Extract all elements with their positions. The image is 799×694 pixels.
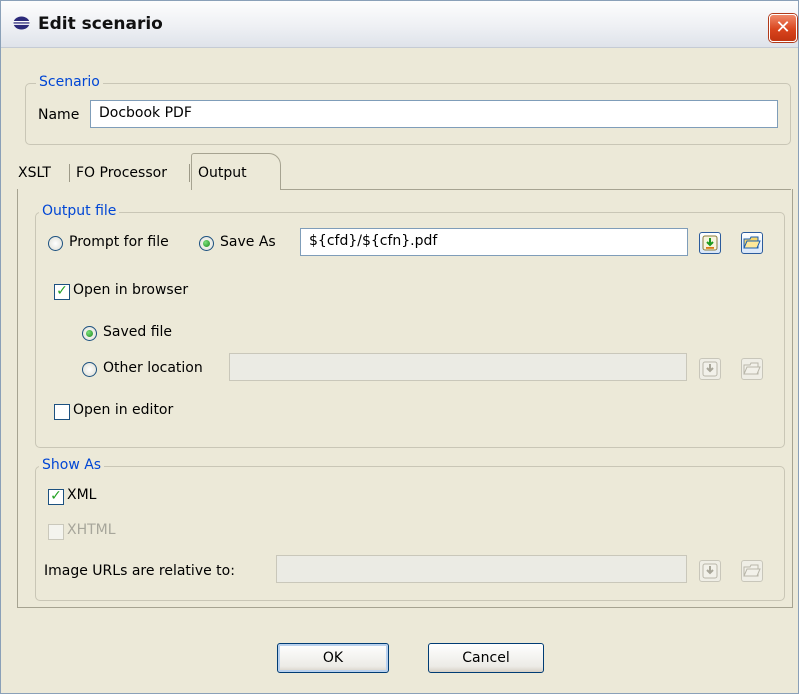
image-urls-input[interactable] (276, 555, 687, 583)
image-urls-browse-button[interactable] (741, 560, 763, 582)
show-as-legend: Show As (39, 457, 105, 473)
cancel-button[interactable]: Cancel (428, 643, 544, 673)
dialog-title: Edit scenario (38, 14, 163, 34)
image-urls-label: Image URLs are relative to: (44, 563, 235, 579)
prompt-for-file-radio[interactable] (48, 236, 63, 251)
name-label: Name (38, 107, 80, 123)
open-in-editor-checkbox[interactable] (54, 404, 70, 420)
browse-button[interactable] (741, 232, 763, 254)
other-location-radio[interactable] (82, 362, 97, 377)
xml-checkbox[interactable]: ✓ (48, 489, 64, 505)
edit-scenario-dialog: Edit scenario ✕ Scenario Name Docbook PD… (0, 0, 799, 694)
image-urls-insert-variable-button[interactable] (699, 560, 721, 582)
tab-output[interactable]: Output (191, 153, 281, 190)
other-location-insert-variable-button[interactable] (699, 358, 721, 380)
insert-editor-variable-icon (702, 235, 718, 251)
title-bar: Edit scenario ✕ (1, 1, 798, 48)
show-as-group: Show As ✓ XML XHTML Image URLs are relat… (35, 457, 785, 601)
close-button[interactable]: ✕ (769, 14, 797, 42)
tab-fo-processor[interactable]: FO Processor (76, 157, 167, 189)
prompt-for-file-label[interactable]: Prompt for file (69, 234, 169, 250)
save-as-label[interactable]: Save As (220, 234, 276, 250)
insert-variable-button[interactable] (699, 232, 721, 254)
other-location-input[interactable] (229, 353, 687, 381)
output-file-legend: Output file (39, 203, 120, 219)
open-in-browser-label[interactable]: Open in browser (73, 282, 188, 298)
open-in-editor-label[interactable]: Open in editor (73, 402, 173, 418)
browse-folder-icon (743, 564, 761, 577)
tab-separator (189, 164, 190, 182)
saved-file-radio[interactable] (82, 326, 97, 341)
close-icon: ✕ (775, 17, 791, 38)
ok-button[interactable]: OK (277, 643, 389, 673)
tab-xslt[interactable]: XSLT (18, 157, 51, 189)
xhtml-label: XHTML (67, 522, 116, 538)
xml-label[interactable]: XML (67, 487, 96, 503)
browse-folder-icon (743, 236, 761, 249)
browse-folder-icon (743, 362, 761, 375)
other-location-label[interactable]: Other location (103, 360, 203, 376)
tab-strip: XSLT FO Processor Output (17, 153, 791, 190)
scenario-group: Scenario Name Docbook PDF (25, 74, 791, 145)
name-input[interactable]: Docbook PDF (90, 100, 778, 128)
scenario-legend: Scenario (36, 74, 103, 90)
insert-editor-variable-icon (702, 361, 718, 377)
open-in-browser-checkbox[interactable]: ✓ (54, 284, 70, 300)
saved-file-label[interactable]: Saved file (103, 324, 172, 340)
save-as-input[interactable]: ${cfd}/${cfn}.pdf (300, 228, 688, 256)
output-file-group: Output file Prompt for file Save As ${cf… (35, 203, 785, 448)
xhtml-checkbox[interactable] (48, 524, 64, 540)
save-as-radio[interactable] (199, 236, 214, 251)
other-location-browse-button[interactable] (741, 358, 763, 380)
eclipse-app-icon (13, 16, 30, 30)
insert-editor-variable-icon (702, 563, 718, 579)
tab-separator (69, 164, 70, 182)
